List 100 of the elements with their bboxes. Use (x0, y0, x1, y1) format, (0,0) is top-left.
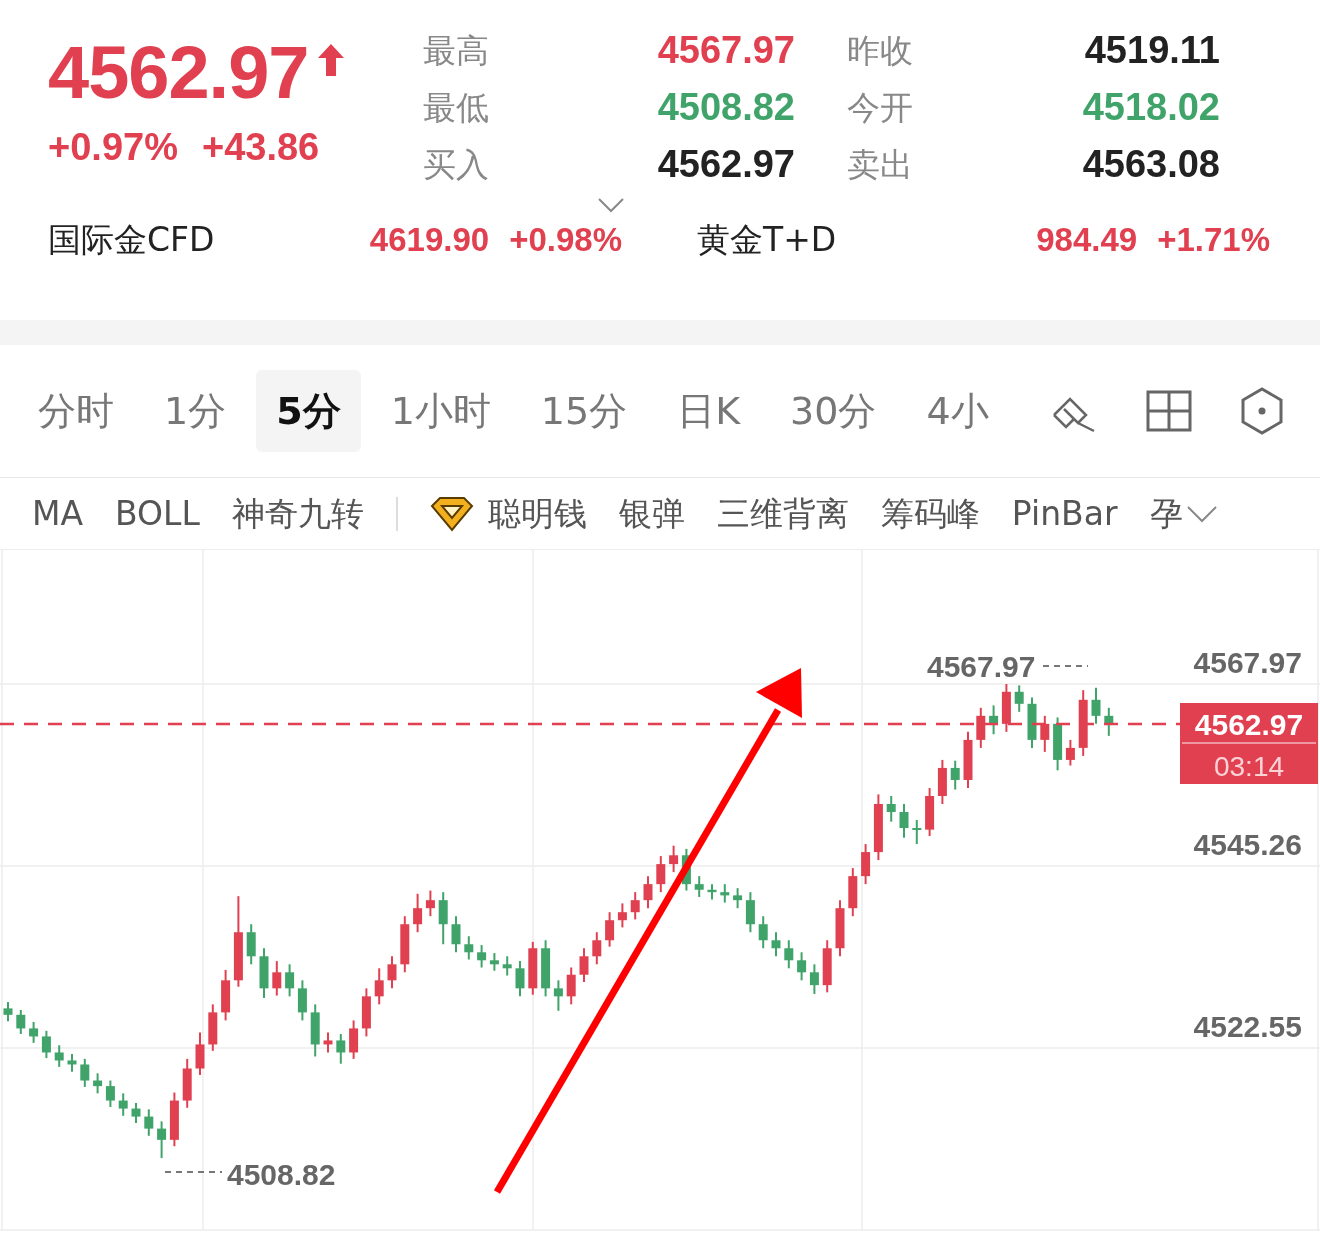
diamond-icon (429, 495, 474, 532)
candlestick (157, 1120, 167, 1160)
indicator-tab[interactable]: BOLL (115, 488, 200, 539)
stat-value: 4567.97 (656, 28, 796, 73)
candlestick (451, 915, 461, 954)
timeframe-tab[interactable]: 4小 (906, 370, 1009, 452)
instrument-price: 984.49 (1036, 220, 1138, 261)
candlestick (29, 1021, 39, 1044)
change-amount: +43.86 (201, 125, 320, 170)
candlestick (1091, 686, 1101, 725)
candlestick (912, 819, 922, 846)
chevron-down-icon[interactable] (598, 197, 624, 213)
candlestick (425, 889, 435, 918)
candlestick (323, 1031, 333, 1054)
candlestick (1065, 738, 1075, 767)
settings-icon[interactable] (1240, 387, 1284, 435)
stat-value: 4519.11 (1083, 28, 1220, 73)
candlestick (950, 759, 960, 791)
candlestick (809, 963, 819, 995)
candlestick (464, 935, 474, 961)
candlestick (1014, 684, 1024, 713)
low-marker-label: 4508.82 (227, 1158, 336, 1191)
high-marker-label: 4567.97 (927, 650, 1036, 683)
timeframe-tab[interactable]: 30分 (770, 370, 897, 452)
indicator-tab[interactable]: MA (32, 488, 84, 539)
indicator-tab[interactable]: 神奇九转 (231, 488, 364, 539)
candlestick (374, 967, 384, 1006)
candlestick (733, 887, 743, 910)
candlestick (3, 1000, 13, 1023)
candlestick (720, 883, 730, 904)
candlestick (643, 875, 653, 910)
candlestick (105, 1079, 115, 1108)
timeframe-tab[interactable]: 日K (657, 370, 761, 452)
candlestick (656, 855, 666, 894)
stat-label: 卖出 (847, 143, 914, 186)
countdown-label: 03:14 (1213, 751, 1285, 782)
candlestick (784, 939, 794, 970)
candlestick (694, 875, 704, 898)
indicator-tab[interactable]: PinBar (1011, 488, 1118, 539)
candlestick (80, 1057, 90, 1088)
candlestick (118, 1092, 128, 1117)
instrument-change: +1.71% (1157, 220, 1270, 261)
candlestick (553, 979, 563, 1012)
candlestick (771, 931, 781, 958)
stat-value: 4563.08 (1081, 142, 1220, 187)
timeframe-tab[interactable]: 1分 (144, 370, 247, 452)
timeframe-tab[interactable]: 5分 (256, 370, 361, 452)
timeframe-tab[interactable]: 分时 (18, 370, 134, 452)
candlestick (630, 891, 640, 921)
candlestick (579, 947, 589, 983)
candlestick (669, 844, 679, 874)
stat-label: 买入 (423, 143, 490, 186)
price-axis-label: 4545.26 (1193, 828, 1302, 862)
candlestick (41, 1029, 51, 1060)
leader-line (164, 1171, 223, 1173)
candlestick (899, 803, 909, 839)
change-percent: +0.97% (48, 125, 178, 170)
indicator-tab[interactable]: 银弹 (618, 488, 685, 539)
timeframe-tab[interactable]: 1小时 (370, 370, 511, 452)
candlestick (144, 1108, 154, 1137)
indicator-tab[interactable]: 筹码峰 (880, 488, 980, 539)
price-axis-label: 4567.97 (1193, 646, 1302, 679)
stat-value: 4562.97 (656, 142, 796, 187)
candlestick (16, 1008, 26, 1036)
candlestick (285, 963, 295, 998)
stat-label: 最低 (423, 86, 490, 129)
stat-label: 今开 (847, 86, 914, 129)
indicator-tab[interactable]: 孕 (1149, 488, 1183, 539)
candlestick (336, 1033, 346, 1065)
indicator-tab[interactable]: 三维背离 (716, 488, 849, 539)
candlestick (387, 955, 397, 990)
candlestick (272, 960, 282, 997)
grid-layout-icon[interactable] (1146, 390, 1192, 432)
candlestick (617, 902, 627, 929)
stat-label: 最高 (423, 29, 490, 72)
candlestick (413, 892, 423, 934)
candlestick (758, 915, 768, 950)
candlestick (502, 955, 512, 977)
candlestick (477, 944, 487, 969)
instrument-change: +0.98% (509, 220, 622, 261)
timeframe-tab[interactable]: 15分 (520, 370, 648, 452)
current-price: 4562.97 (48, 30, 309, 116)
candlestick (886, 794, 896, 823)
instrument-price: 4619.90 (369, 220, 490, 261)
price-axis-label: 4522.55 (1193, 1010, 1302, 1044)
candlestick (93, 1072, 103, 1095)
candlestick (592, 931, 602, 966)
candlestick (131, 1101, 141, 1124)
instrument-name: 国际金CFD (48, 219, 215, 262)
candlestick (515, 960, 525, 998)
last-price-label: 4562.97 (1194, 708, 1304, 741)
leader-line (1042, 665, 1089, 667)
candlestick (1040, 714, 1050, 753)
candlestick (566, 966, 576, 1006)
candlestick (54, 1044, 64, 1068)
chevron-down-icon[interactable] (1186, 504, 1217, 523)
stat-label: 昨收 (847, 29, 914, 72)
indicator-tab[interactable]: 聪明钱 (487, 488, 587, 539)
instrument-name: 黄金T+D (697, 219, 837, 262)
stat-value: 4518.02 (1081, 85, 1220, 130)
